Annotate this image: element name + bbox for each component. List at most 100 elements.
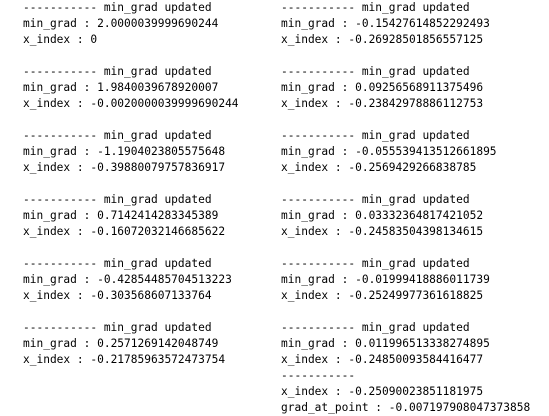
x-index-line: x_index : -0.21785963572473754 [23, 352, 293, 368]
min-grad-line: min_grad : -0.055539413512661895 [281, 144, 549, 160]
min-grad-line: min_grad : 0.03332364817421052 [281, 208, 549, 224]
x-index-value: -0.25249977361618825 [348, 289, 484, 302]
min-grad-label: min_grad : [281, 337, 356, 350]
x-index-value: -0.39880079757836917 [90, 161, 226, 174]
min-grad-value: 1.9840039678920007 [97, 81, 219, 94]
x-index-label: x_index : [281, 33, 349, 46]
x-index-label: x_index : [23, 97, 91, 110]
x-index-value: 0 [90, 33, 98, 46]
min-grad-value: -0.42854485704513223 [97, 273, 232, 286]
update-header: ----------- min_grad updated [281, 321, 470, 334]
min-grad-line: min_grad : 0.09256568911375496 [281, 80, 549, 96]
x-index-line: x_index : -0.25249977361618825 [281, 288, 549, 304]
x-index-label: x_index : [23, 33, 91, 46]
update-header: ----------- min_grad updated [23, 257, 212, 270]
log-block: ----------- min_grad updated min_grad : … [23, 320, 293, 368]
x-index-line: x_index : 0 [23, 32, 293, 48]
min-grad-value: 0.09256568911375496 [355, 81, 484, 94]
x-index-line: x_index : -0.2569429266838785 [281, 160, 549, 176]
final-result-block: ----------- x_index : -0.250900238511819… [281, 368, 549, 416]
x-index-line: x_index : -0.23842978886112753 [281, 96, 549, 112]
log-block: ----------- min_grad updated min_grad : … [281, 256, 549, 304]
min-grad-label: min_grad : [281, 17, 356, 30]
x-index-value: -0.303568607133764 [90, 289, 212, 302]
log-block: ----------- min_grad updated min_grad : … [281, 320, 549, 368]
update-header: ----------- min_grad updated [23, 1, 212, 14]
min-grad-line: min_grad : -0.42854485704513223 [23, 272, 293, 288]
min-grad-value: 0.011996513338274895 [355, 337, 490, 350]
log-block: ----------- min_grad updated min_grad : … [23, 128, 293, 176]
min-grad-line: min_grad : 0.2571269142048749 [23, 336, 293, 352]
update-header: ----------- min_grad updated [281, 1, 470, 14]
min-grad-label: min_grad : [23, 209, 98, 222]
x-index-value: -0.23842978886112753 [348, 97, 484, 110]
x-index-label: x_index : [281, 97, 349, 110]
min-grad-value: -0.055539413512661895 [355, 145, 497, 158]
log-block: ----------- min_grad updated min_grad : … [281, 64, 549, 112]
x-index-label: x_index : [281, 289, 349, 302]
console-output-left: ----------- min_grad updated min_grad : … [23, 0, 293, 368]
log-block: ----------- min_grad updated min_grad : … [23, 256, 293, 304]
update-header: ----------- min_grad updated [23, 129, 212, 142]
min-grad-label: min_grad : [281, 209, 356, 222]
update-header: ----------- min_grad updated [281, 129, 470, 142]
x-index-label: x_index : [23, 353, 91, 366]
min-grad-value: -1.1904023805575648 [97, 145, 226, 158]
min-grad-label: min_grad : [281, 145, 356, 158]
min-grad-label: min_grad : [23, 145, 98, 158]
min-grad-line: min_grad : -0.01999418886011739 [281, 272, 549, 288]
min-grad-line: min_grad : -0.15427614852292493 [281, 16, 549, 32]
min-grad-label: min_grad : [281, 81, 356, 94]
log-block: ----------- min_grad updated min_grad : … [281, 0, 549, 48]
min-grad-line: min_grad : 2.0000039999690244 [23, 16, 293, 32]
x-index-line: x_index : -0.24583504398134615 [281, 224, 549, 240]
min-grad-label: min_grad : [23, 17, 98, 30]
console-output-right: ----------- min_grad updated min_grad : … [281, 0, 549, 416]
min-grad-label: min_grad : [23, 273, 98, 286]
log-block: ----------- min_grad updated min_grad : … [281, 192, 549, 240]
min-grad-value: 2.0000039999690244 [97, 17, 219, 30]
x-index-line: x_index : -0.24850093584416477 [281, 352, 549, 368]
x-index-label: x_index : [281, 225, 349, 238]
x-index-line: x_index : -0.26928501856557125 [281, 32, 549, 48]
x-index-label: x_index : [23, 161, 91, 174]
log-block: ----------- min_grad updated min_grad : … [23, 0, 293, 48]
min-grad-line: min_grad : 1.9840039678920007 [23, 80, 293, 96]
x-index-value: -0.24583504398134615 [348, 225, 484, 238]
log-block: ----------- min_grad updated min_grad : … [23, 64, 293, 112]
update-header: ----------- min_grad updated [281, 257, 470, 270]
x-index-line: x_index : -0.39880079757836917 [23, 160, 293, 176]
min-grad-value: -0.01999418886011739 [355, 273, 490, 286]
min-grad-value: -0.15427614852292493 [355, 17, 490, 30]
min-grad-label: min_grad : [23, 337, 98, 350]
log-block: ----------- min_grad updated min_grad : … [23, 192, 293, 240]
final-separator: ----------- [281, 369, 356, 382]
x-index-value: -0.16072032146685622 [90, 225, 226, 238]
update-header: ----------- min_grad updated [23, 321, 212, 334]
x-index-value: -0.21785963572473754 [90, 353, 226, 366]
x-index-label: x_index : [23, 289, 91, 302]
log-block: ----------- min_grad updated min_grad : … [281, 128, 549, 176]
min-grad-line: min_grad : -1.1904023805575648 [23, 144, 293, 160]
min-grad-value: 0.7142414283345389 [97, 209, 219, 222]
x-index-value: -0.24850093584416477 [348, 353, 484, 366]
x-index-label: x_index : [23, 225, 91, 238]
x-index-value: -0.26928501856557125 [348, 33, 484, 46]
x-index-label: x_index : [281, 161, 349, 174]
update-header: ----------- min_grad updated [23, 193, 212, 206]
x-index-line: x_index : -0.16072032146685622 [23, 224, 293, 240]
x-index-line: x_index : -0.0020000039999690244 [23, 96, 293, 112]
grad-at-point-line: grad_at_point : -0.007197908047373858 [281, 401, 531, 414]
min-grad-label: min_grad : [23, 81, 98, 94]
update-header: ----------- min_grad updated [281, 193, 470, 206]
min-grad-line: min_grad : 0.7142414283345389 [23, 208, 293, 224]
x-index-label: x_index : [281, 353, 349, 366]
update-header: ----------- min_grad updated [23, 65, 212, 78]
final-x-index-line: x_index : -0.25090023851181975 [281, 385, 484, 398]
min-grad-value: 0.2571269142048749 [97, 337, 219, 350]
min-grad-value: 0.03332364817421052 [355, 209, 484, 222]
x-index-value: -0.2569429266838785 [348, 161, 477, 174]
x-index-line: x_index : -0.303568607133764 [23, 288, 293, 304]
x-index-value: -0.0020000039999690244 [90, 97, 239, 110]
min-grad-line: min_grad : 0.011996513338274895 [281, 336, 549, 352]
